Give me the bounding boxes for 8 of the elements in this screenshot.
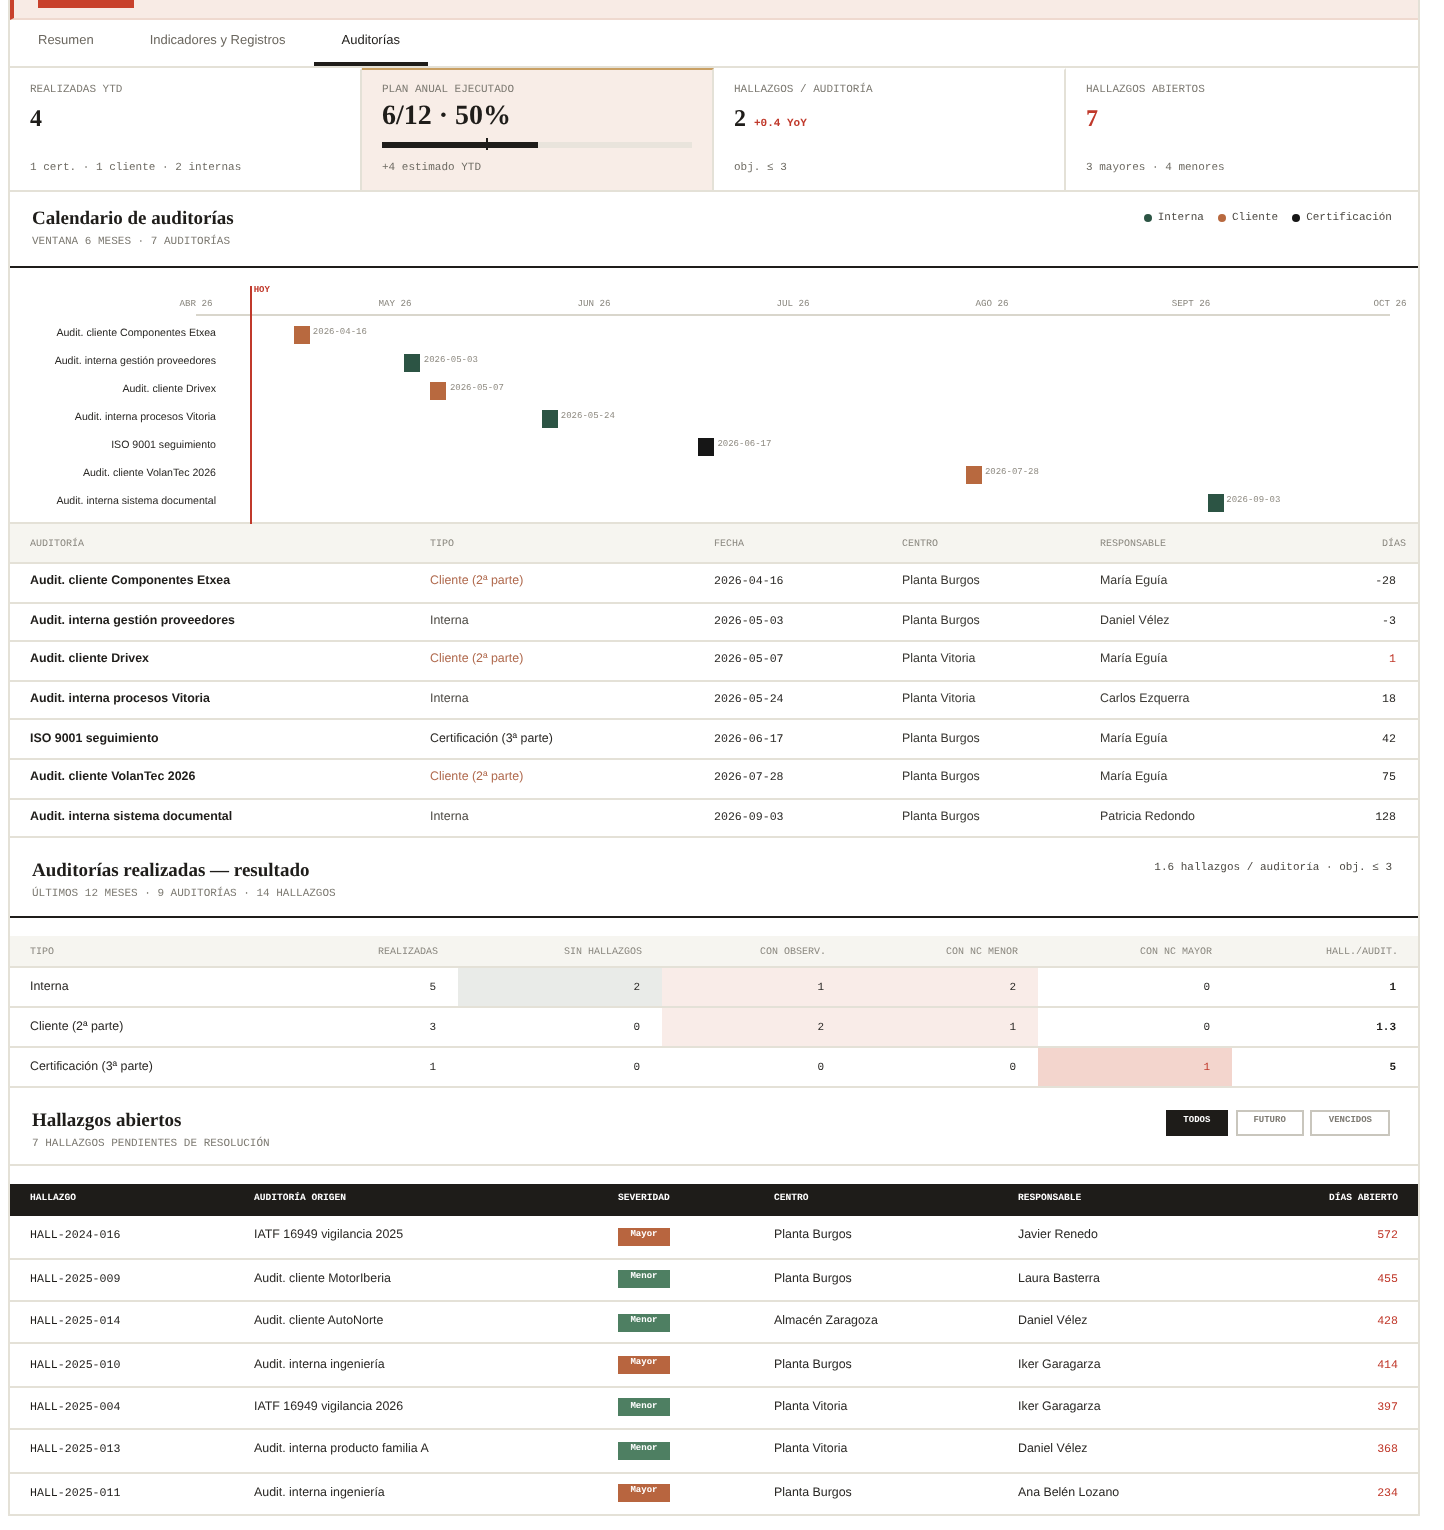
kpi-value: 7 <box>1086 103 1098 131</box>
section-title: Calendario de auditorías <box>32 208 234 234</box>
banner-tag <box>38 0 134 8</box>
kpi-value: 4 <box>30 103 42 131</box>
kpi-value: 6/12 · 50% <box>382 103 512 131</box>
section-title: Auditorías realizadas — resultado <box>32 860 312 886</box>
section-title: Hallazgos abiertos <box>32 1109 184 1136</box>
kpi-value: 2 <box>734 103 746 131</box>
